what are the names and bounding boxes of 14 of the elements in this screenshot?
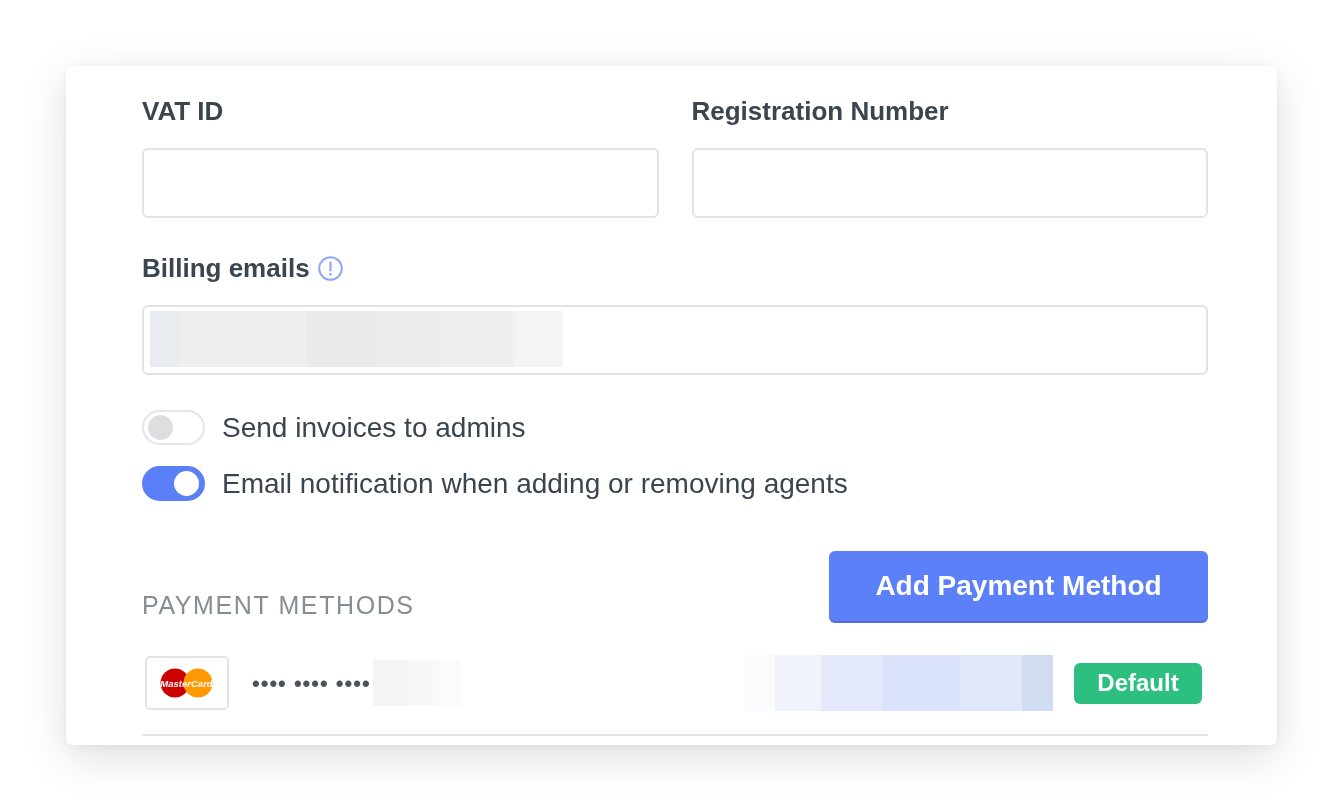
toggle-label: Email notification when adding or removing agents: [222, 466, 848, 501]
field-label: Registration Number: [691, 96, 950, 127]
toggle-switch[interactable]: [142, 466, 205, 501]
email-input-field[interactable]: [142, 305, 1208, 375]
default-badge: Default: [1074, 662, 1202, 704]
add-payment-method-button[interactable]: Add Payment Method: [829, 551, 1208, 621]
masked-card-number: •••• •••• ••••: [252, 669, 371, 698]
exclamation-circle-icon[interactable]: [317, 256, 343, 281]
text-input-field[interactable]: [691, 148, 1208, 218]
field-label: Billing emails: [142, 253, 310, 284]
toggle-label: Send invoices to admins: [222, 410, 526, 445]
text-input-field[interactable]: [142, 148, 659, 218]
field-label: VAT ID: [142, 96, 225, 127]
section-heading: PAYMENT METHODS: [142, 590, 415, 621]
